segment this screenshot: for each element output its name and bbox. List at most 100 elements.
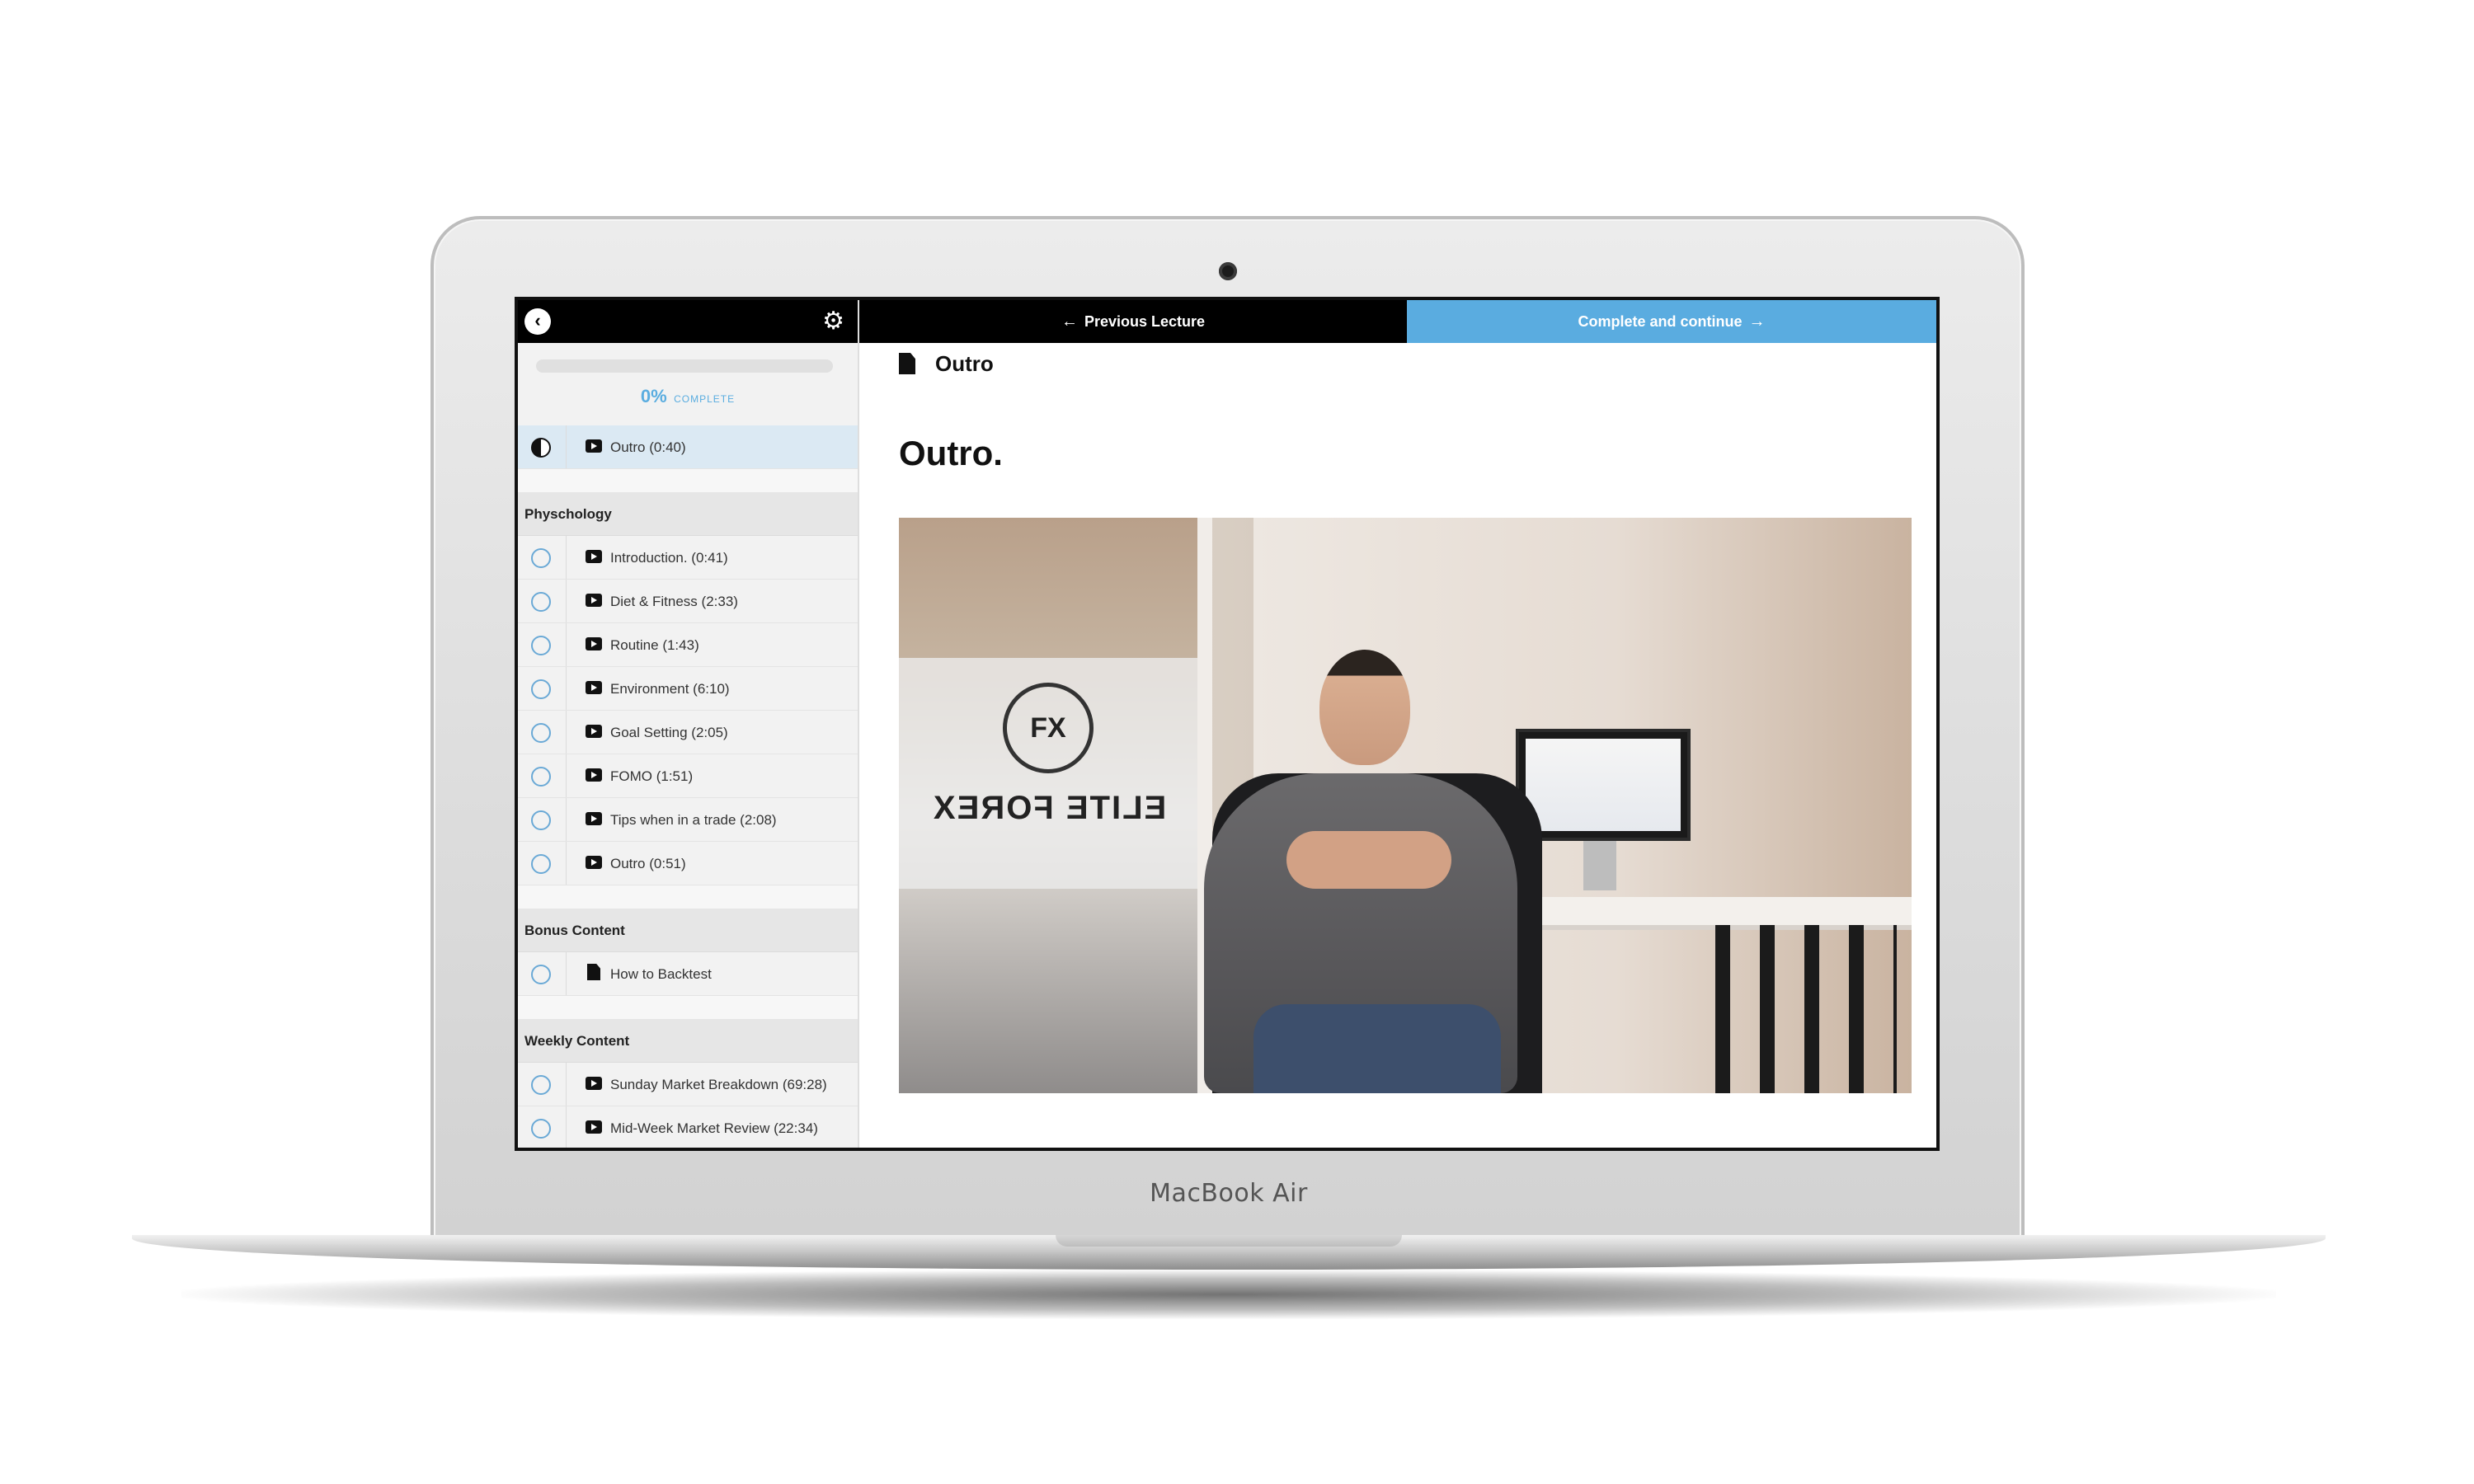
row-divider xyxy=(566,1063,567,1106)
lecture-item[interactable]: Outro (0:51) xyxy=(518,842,858,885)
lecture-item-current[interactable]: Outro (0:40) xyxy=(518,425,858,469)
lecture-title: Diet & Fitness (2:33) xyxy=(610,594,738,609)
row-divider xyxy=(566,1106,567,1148)
section-gap xyxy=(518,885,858,909)
course-sidebar: ‹ ⚙ 0% COMPLETE Outro (0:40) Physchology… xyxy=(518,300,859,1148)
lecture-item[interactable]: Goal Setting (2:05) xyxy=(518,711,858,754)
video-logo-text: ELITE FOREX xyxy=(932,790,1167,826)
play-video-icon xyxy=(586,725,602,738)
complete-and-continue-button[interactable]: Complete and continue → xyxy=(1407,300,1936,343)
incomplete-status-icon[interactable] xyxy=(531,723,551,743)
section-title: Physchology xyxy=(518,492,858,536)
lecture-item[interactable]: Mid-Week Market Review (22:34) xyxy=(518,1106,858,1148)
lecture-item[interactable]: How to Backtest xyxy=(518,952,858,996)
play-video-icon xyxy=(586,439,602,453)
lecture-title: Outro (0:51) xyxy=(610,856,686,871)
row-divider xyxy=(566,667,567,710)
document-icon xyxy=(899,353,915,374)
lecture-item[interactable]: Tips when in a trade (2:08) xyxy=(518,798,858,842)
lecture-item[interactable]: Introduction. (0:41) xyxy=(518,536,858,580)
screen: ‹ ⚙ 0% COMPLETE Outro (0:40) Physchology… xyxy=(515,297,1940,1151)
lecture-title: FOMO (1:51) xyxy=(610,768,694,784)
video-person-hands xyxy=(1286,831,1451,889)
video-person-head xyxy=(1319,650,1410,765)
row-divider xyxy=(566,754,567,797)
sections-list: Physchology Introduction. (0:41) Diet & Fi… xyxy=(518,469,858,1148)
lecture-title: Introduction. (0:41) xyxy=(610,550,728,566)
lecture-title: Mid-Week Market Review (22:34) xyxy=(610,1120,818,1136)
lecture-content: Outro Outro. FX ELITE FOREX xyxy=(859,343,1936,1148)
video-monitor xyxy=(1516,729,1691,841)
lecture-heading: Outro. xyxy=(899,434,1003,472)
row-divider xyxy=(566,952,567,995)
lecture-title: Environment (6:10) xyxy=(610,681,730,697)
incomplete-status-icon[interactable] xyxy=(531,854,551,874)
play-video-icon xyxy=(586,1120,602,1134)
row-divider xyxy=(566,711,567,754)
lecture-title: How to Backtest xyxy=(610,966,712,982)
webcam-icon xyxy=(1219,262,1237,280)
incomplete-status-icon[interactable] xyxy=(531,1075,551,1095)
incomplete-status-icon[interactable] xyxy=(531,767,551,787)
lecture-title: Routine (1:43) xyxy=(610,637,699,653)
progress-word: COMPLETE xyxy=(674,393,736,405)
incomplete-status-icon[interactable] xyxy=(531,965,551,984)
video-player[interactable]: FX ELITE FOREX xyxy=(899,518,1912,1093)
lecture-navigation: ← Previous Lecture Complete and continue… xyxy=(859,300,1936,343)
play-video-icon xyxy=(586,856,602,869)
video-logo-mark: FX xyxy=(1003,683,1094,773)
play-video-icon xyxy=(586,768,602,782)
incomplete-status-icon[interactable] xyxy=(531,810,551,830)
lecture-item[interactable]: Environment (6:10) xyxy=(518,667,858,711)
laptop-notch xyxy=(1056,1235,1402,1247)
previous-lecture-label: Previous Lecture xyxy=(1084,312,1206,330)
play-video-icon xyxy=(586,1077,602,1090)
incomplete-status-icon[interactable] xyxy=(531,548,551,568)
play-video-icon xyxy=(586,812,602,825)
progress-label: 0% COMPLETE xyxy=(518,386,858,407)
row-divider xyxy=(566,580,567,622)
video-monitor-screen xyxy=(1526,739,1681,831)
back-chevron-icon[interactable]: ‹ xyxy=(524,308,551,335)
section-title: Bonus Content xyxy=(518,909,858,952)
play-video-icon xyxy=(586,594,602,607)
lecture-title: Goal Setting (2:05) xyxy=(610,725,728,740)
laptop-shadow xyxy=(181,1270,2276,1319)
row-divider xyxy=(566,798,567,841)
play-video-icon xyxy=(586,681,602,694)
video-person-legs xyxy=(1253,1004,1501,1093)
lecture-item[interactable]: Routine (1:43) xyxy=(518,623,858,667)
incomplete-status-icon[interactable] xyxy=(531,1119,551,1139)
section-gap xyxy=(518,996,858,1019)
row-divider xyxy=(566,623,567,666)
arrow-left-icon: ← xyxy=(1061,312,1078,331)
progress-percent: 0% xyxy=(640,386,667,406)
lecture-title: Sunday Market Breakdown (69:28) xyxy=(610,1077,827,1092)
lecture-title: Tips when in a trade (2:08) xyxy=(610,812,777,828)
lecture-item[interactable]: Sunday Market Breakdown (69:28) xyxy=(518,1063,858,1106)
lecture-item[interactable]: Diet & Fitness (2:33) xyxy=(518,580,858,623)
section-gap xyxy=(518,469,858,492)
previous-lecture-button[interactable]: ← Previous Lecture xyxy=(859,300,1407,343)
in-progress-status-icon[interactable] xyxy=(531,438,551,458)
row-divider xyxy=(566,536,567,579)
section-title: Weekly Content xyxy=(518,1019,858,1063)
play-video-icon xyxy=(586,637,602,650)
incomplete-status-icon[interactable] xyxy=(531,679,551,699)
incomplete-status-icon[interactable] xyxy=(531,592,551,612)
gear-icon[interactable]: ⚙ xyxy=(822,307,844,336)
course-progress: 0% COMPLETE xyxy=(518,343,858,425)
complete-and-continue-label: Complete and continue xyxy=(1578,312,1743,330)
sidebar-header: ‹ ⚙ xyxy=(518,300,858,343)
content-header-title: Outro xyxy=(935,351,994,376)
progress-bar xyxy=(536,359,833,373)
lecture-item[interactable]: FOMO (1:51) xyxy=(518,754,858,798)
video-desk-legs xyxy=(1715,925,1897,1093)
row-divider xyxy=(566,425,567,468)
document-icon xyxy=(587,964,600,980)
incomplete-status-icon[interactable] xyxy=(531,636,551,655)
device-brand-label: MacBook Air xyxy=(1150,1179,1308,1208)
row-divider xyxy=(566,842,567,885)
video-monitor-stand xyxy=(1583,841,1616,890)
play-video-icon xyxy=(586,550,602,563)
